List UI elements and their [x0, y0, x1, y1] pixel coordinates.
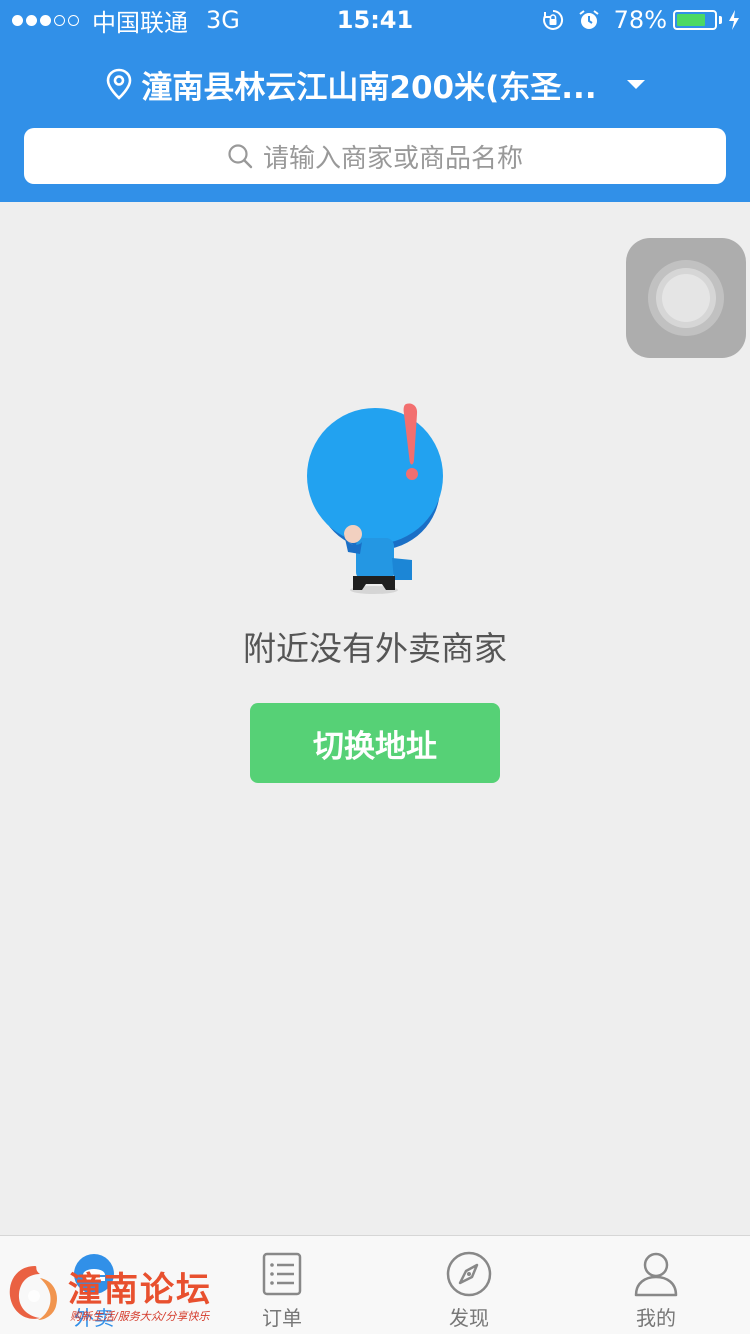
tab-label: 发现 [449, 1306, 489, 1330]
search-input[interactable]: 请输入商家或商品名称 [24, 128, 726, 184]
tab-profile[interactable]: 我的 [596, 1236, 716, 1334]
empty-state-illustration [307, 403, 443, 594]
assistive-core [662, 274, 710, 322]
location-pin-icon [107, 68, 132, 100]
user-icon [634, 1252, 678, 1297]
forum-watermark: 潼南论坛 购新生活/服务大众/分享快乐 [4, 1258, 249, 1330]
order-list-icon [262, 1252, 302, 1296]
status-right: 78% [542, 6, 740, 34]
tab-discover[interactable]: 发现 [409, 1236, 529, 1334]
search-icon [228, 144, 253, 169]
dropdown-arrow-icon [626, 79, 645, 89]
tab-label: 订单 [262, 1306, 302, 1330]
status-bar: 中国联通 3G 15:41 78% [0, 0, 750, 40]
battery-level [677, 14, 706, 26]
charging-bolt-icon [729, 10, 739, 30]
app-header: 中国联通 3G 15:41 78% 潼南县林云江山南200米(东圣... 请输入… [0, 0, 750, 202]
watermark-subtitle: 购新生活/服务大众/分享快乐 [70, 1310, 210, 1323]
assistive-touch-button[interactable] [626, 238, 746, 358]
location-address: 潼南县林云江山南200米(东圣... [141, 69, 597, 106]
alarm-icon [579, 10, 599, 29]
location-selector[interactable]: 潼南县林云江山南200米(东圣... [0, 60, 750, 108]
search-placeholder: 请输入商家或商品名称 [262, 143, 523, 174]
watermark-title: 潼南论坛 [68, 1270, 212, 1310]
empty-state-message: 附近没有外卖商家 [243, 629, 507, 668]
battery-percent: 78% [613, 6, 667, 34]
battery-icon [673, 10, 717, 30]
switch-address-button[interactable]: 切换地址 [250, 703, 500, 783]
battery-cap [719, 16, 722, 24]
tab-label: 我的 [636, 1306, 676, 1330]
watermark-logo-icon [9, 1266, 58, 1320]
rotation-lock-icon [542, 9, 563, 30]
compass-icon [446, 1251, 492, 1297]
